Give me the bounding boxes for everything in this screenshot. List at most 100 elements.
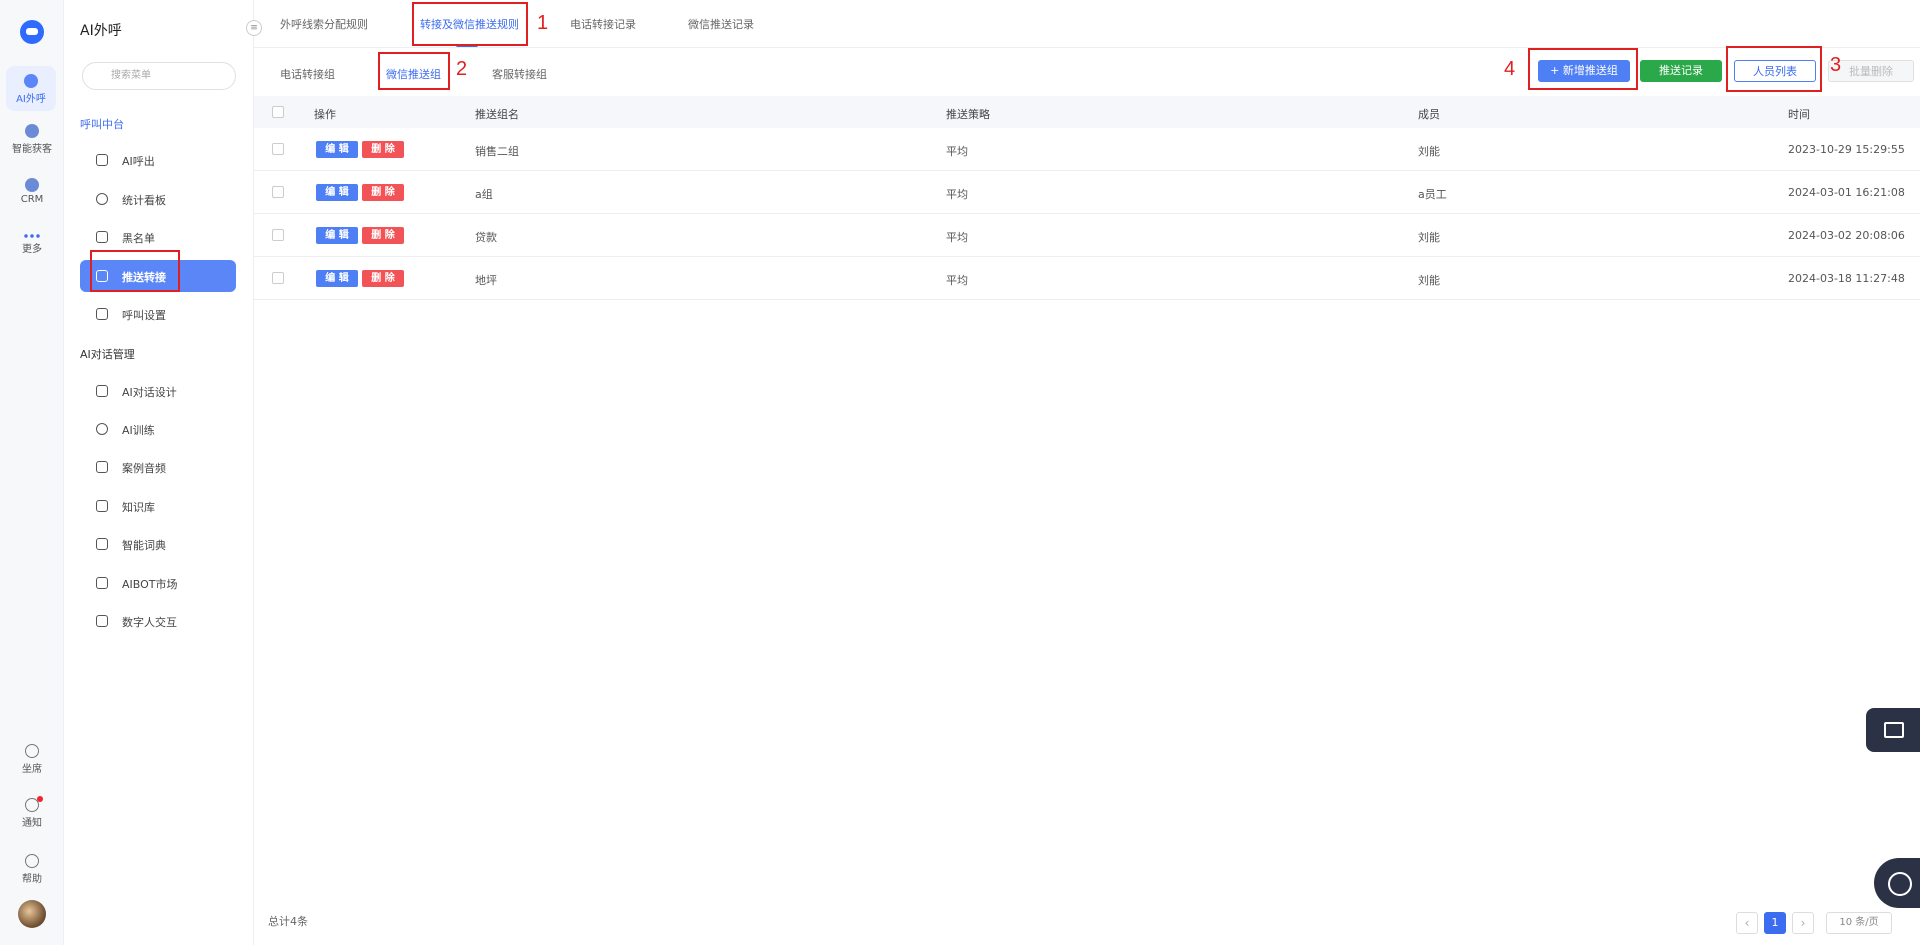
rail-item-crm[interactable]: CRM xyxy=(0,178,64,205)
cell-time: 2024-03-01 16:21:08 xyxy=(1788,186,1905,199)
subtab-service-transfer[interactable]: 客服转接组 xyxy=(492,66,547,82)
annotation-number: 1 xyxy=(537,12,549,34)
menu-item-label: 统计看板 xyxy=(122,194,166,207)
delete-button[interactable]: 删 除 xyxy=(362,227,404,244)
window-icon xyxy=(96,577,108,589)
book-icon xyxy=(96,538,108,550)
menu-item-blacklist[interactable]: 黑名单 xyxy=(80,221,236,253)
menu-item-knowledge[interactable]: 知识库 xyxy=(80,490,236,522)
side-menu: AI外呼 ≡ 搜索菜单 呼叫中台 AI呼出 统计看板 黑名单 推送转接 呼叫设置… xyxy=(64,0,262,945)
crm-icon xyxy=(25,178,39,192)
cell-group-name: 地坪 xyxy=(475,274,497,287)
page-size-select[interactable]: 10 条/页 xyxy=(1826,912,1892,934)
cell-member: 刘能 xyxy=(1418,145,1440,158)
menu-item-ai-training[interactable]: AI训练 xyxy=(80,413,236,445)
delete-button[interactable]: 删 除 xyxy=(362,270,404,287)
rail-item-label: 帮助 xyxy=(22,874,42,885)
row-checkbox[interactable] xyxy=(272,186,284,198)
rail-item-acquire[interactable]: 智能获客 xyxy=(0,124,64,155)
annotation-number: 4 xyxy=(1504,58,1516,80)
cell-strategy: 平均 xyxy=(946,231,968,244)
menu-item-aibot-market[interactable]: AIBOT市场 xyxy=(80,567,236,599)
menu-item-dictionary[interactable]: 智能词典 xyxy=(80,528,236,560)
app-logo-icon[interactable] xyxy=(20,20,44,44)
app-rail: AI外呼 智能获客 CRM 更多 坐席 通知 帮助 xyxy=(0,0,64,945)
edit-button[interactable]: 编 辑 xyxy=(316,227,358,244)
tab-lead-assignment[interactable]: 外呼线索分配规则 xyxy=(280,16,368,32)
tab-call-transfer-log[interactable]: 电话转接记录 xyxy=(570,16,636,32)
feedback-chat-icon[interactable] xyxy=(1866,708,1920,752)
rail-item-help[interactable]: 帮助 xyxy=(0,854,64,885)
rail-item-label: 更多 xyxy=(22,244,42,255)
cell-time: 2023-10-29 15:29:55 xyxy=(1788,143,1905,156)
row-checkbox[interactable] xyxy=(272,143,284,155)
col-header-actions: 操作 xyxy=(314,108,336,121)
menu-item-label: AI呼出 xyxy=(122,155,155,168)
edit-button[interactable]: 编 辑 xyxy=(316,141,358,158)
rail-item-label: CRM xyxy=(20,194,44,205)
menu-item-label: AI训练 xyxy=(122,424,155,437)
subtab-phone-transfer[interactable]: 电话转接组 xyxy=(280,66,335,82)
cell-strategy: 平均 xyxy=(946,145,968,158)
annotation-box xyxy=(90,250,180,292)
sliders-icon xyxy=(96,308,108,320)
menu-item-label: AI对话设计 xyxy=(122,386,177,399)
menu-item-label: 智能词典 xyxy=(122,539,166,552)
voicemail-icon xyxy=(96,461,108,473)
laptop-icon xyxy=(96,500,108,512)
cell-time: 2024-03-02 20:08:06 xyxy=(1788,229,1905,242)
annotation-number: 2 xyxy=(456,58,468,80)
menu-item-ai-outbound[interactable]: AI呼出 xyxy=(80,144,236,176)
menu-item-label: 知识库 xyxy=(122,501,155,514)
menu-item-call-settings[interactable]: 呼叫设置 xyxy=(80,298,236,330)
phone-icon xyxy=(96,154,108,166)
annotation-number: 3 xyxy=(1830,54,1842,76)
rail-item-label: AI外呼 xyxy=(16,94,46,105)
cell-group-name: a组 xyxy=(475,188,493,201)
rail-item-ai-call[interactable]: AI外呼 xyxy=(6,66,56,111)
table-row: 编 辑 删 除 地坪 平均 刘能 2024-03-18 11:27:48 xyxy=(254,257,1920,300)
edit-button[interactable]: 编 辑 xyxy=(316,184,358,201)
delete-button[interactable]: 删 除 xyxy=(362,184,404,201)
menu-group-call-center: 呼叫中台 xyxy=(80,118,124,131)
ai-call-icon xyxy=(24,74,38,88)
menu-search-input[interactable]: 搜索菜单 xyxy=(82,62,236,90)
edit-button[interactable]: 编 辑 xyxy=(316,270,358,287)
cell-group-name: 贷款 xyxy=(475,231,497,244)
cell-group-name: 销售二组 xyxy=(475,145,519,158)
cell-strategy: 平均 xyxy=(946,188,968,201)
row-checkbox[interactable] xyxy=(272,229,284,241)
col-header-time: 时间 xyxy=(1788,108,1810,121)
menu-item-digital-human[interactable]: 数字人交互 xyxy=(80,605,236,637)
next-page-button[interactable]: › xyxy=(1792,912,1814,934)
row-checkbox[interactable] xyxy=(272,272,284,284)
prev-page-button[interactable]: ‹ xyxy=(1736,912,1758,934)
pen-icon xyxy=(96,385,108,397)
rail-item-label: 通知 xyxy=(22,818,42,829)
rail-item-more[interactable]: 更多 xyxy=(0,234,64,255)
menu-item-label: 呼叫设置 xyxy=(122,309,166,322)
menu-item-dialog-design[interactable]: AI对话设计 xyxy=(80,375,236,407)
menu-item-case-audio[interactable]: 案例音频 xyxy=(80,451,236,483)
menu-item-dashboard[interactable]: 统计看板 xyxy=(80,183,236,215)
rail-item-label: 坐席 xyxy=(22,764,42,775)
select-all-checkbox[interactable] xyxy=(272,106,284,118)
rail-item-seat[interactable]: 坐席 xyxy=(0,744,64,775)
rail-item-notify[interactable]: 通知 xyxy=(0,796,64,829)
avatar[interactable] xyxy=(18,900,46,928)
menu-title: AI外呼 xyxy=(80,23,122,39)
phone-support-icon[interactable] xyxy=(1874,858,1920,908)
cell-member: a员工 xyxy=(1418,188,1447,201)
tab-wechat-push-log[interactable]: 微信推送记录 xyxy=(688,16,754,32)
more-icon xyxy=(23,234,41,238)
menu-item-label: 黑名单 xyxy=(122,232,155,245)
col-header-strategy: 推送策略 xyxy=(946,108,990,121)
lock-icon xyxy=(96,615,108,627)
main-content: 外呼线索分配规则 转接及微信推送规则 电话转接记录 微信推送记录 电话转接组 微… xyxy=(254,0,1920,945)
page-number-current[interactable]: 1 xyxy=(1764,912,1786,934)
delete-button[interactable]: 删 除 xyxy=(362,141,404,158)
table-row: 编 辑 删 除 贷款 平均 刘能 2024-03-02 20:08:06 xyxy=(254,214,1920,257)
table-row: 编 辑 删 除 a组 平均 a员工 2024-03-01 16:21:08 xyxy=(254,171,1920,214)
push-log-button[interactable]: 推送记录 xyxy=(1640,60,1722,82)
headset-icon xyxy=(25,744,39,758)
